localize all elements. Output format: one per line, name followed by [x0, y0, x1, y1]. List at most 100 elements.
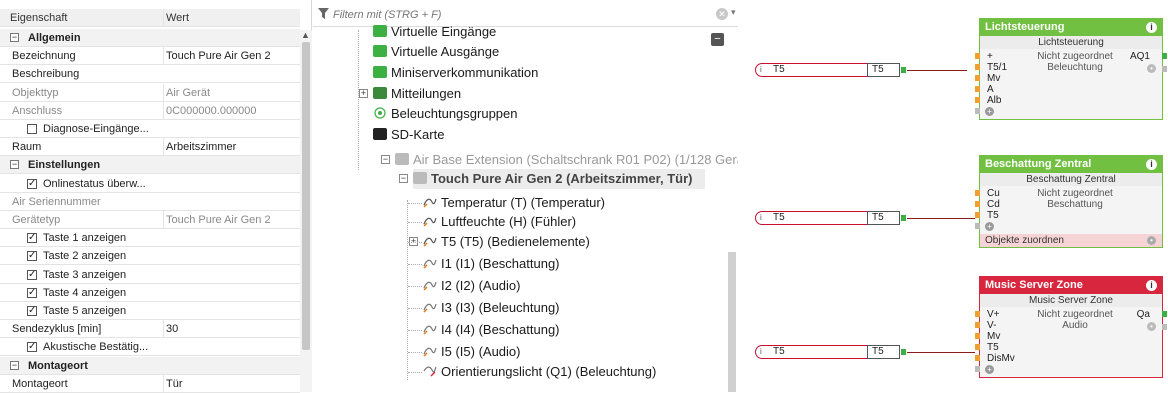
checkbox-checked[interactable]: ✓ — [27, 287, 37, 298]
column-header-property[interactable]: Eigenschaft — [10, 9, 160, 26]
clear-filter-icon[interactable]: ✕ — [716, 8, 728, 20]
filter-dropdown-icon[interactable]: ▾ — [731, 7, 736, 18]
info-icon[interactable]: i — [1146, 280, 1157, 291]
checkbox-checked[interactable]: ✓ — [27, 269, 37, 280]
property-row[interactable]: Anschluss 0C000000.000000 — [0, 101, 300, 120]
tree-item[interactable]: I5 (I5) (Audio) — [423, 342, 520, 362]
input-pin[interactable] — [975, 190, 980, 196]
property-row[interactable]: ✓ Onlinestatus überw... — [0, 175, 300, 193]
input-pin[interactable] — [975, 64, 980, 70]
add-input-icon[interactable]: + — [985, 222, 994, 231]
input-reference[interactable]: i T5 T5 — [755, 345, 907, 359]
checkbox-unchecked[interactable] — [27, 124, 37, 134]
tree-item[interactable]: I3 (I3) (Beleuchtung) — [423, 298, 560, 318]
tree-item[interactable]: Orientierungslicht (Q1) (Beleuchtung) — [423, 362, 656, 382]
tree-item[interactable]: Virtuelle Eingänge — [373, 22, 496, 42]
input-pin[interactable] — [975, 322, 980, 328]
input-pin[interactable] — [975, 75, 980, 81]
tree-item[interactable]: I4 (I4) (Beschattung) — [423, 320, 560, 340]
checkbox-checked[interactable]: ✓ — [27, 306, 37, 316]
collapse-section-icon[interactable]: − — [10, 160, 19, 170]
connection-wire[interactable] — [907, 352, 975, 353]
tree-item[interactable]: Virtuelle Ausgänge — [373, 42, 499, 62]
info-icon[interactable]: i — [1146, 22, 1157, 33]
tree-item[interactable]: I2 (I2) (Audio) — [423, 276, 520, 296]
output-port[interactable] — [901, 67, 906, 73]
property-value[interactable]: Touch Pure Air Gen 2 — [163, 211, 300, 228]
tree-scrollbar[interactable] — [728, 252, 736, 392]
property-value[interactable]: 30 — [163, 320, 300, 338]
input-pin[interactable] — [975, 355, 980, 361]
input-pin[interactable] — [975, 212, 980, 218]
checkbox-checked[interactable]: ✓ — [27, 251, 37, 262]
property-row[interactable]: ✓ Taste 1 anzeigen — [0, 229, 300, 248]
property-value[interactable]: 0C000000.000000 — [163, 101, 300, 119]
collapse-section-icon[interactable]: − — [10, 33, 19, 42]
input-reference[interactable]: i T5 T5 — [755, 63, 907, 77]
checkbox-checked[interactable]: ✓ — [27, 233, 37, 244]
property-row[interactable]: Raum Arbeitszimmer — [0, 138, 300, 157]
property-row[interactable]: ✓ Taste 2 anzeigen — [0, 247, 300, 266]
tree-item[interactable]: T5 (T5) (Bedienelemente) — [423, 232, 590, 252]
output-pin[interactable] — [1162, 53, 1167, 59]
function-block[interactable]: Music Server Zone i Music Server Zone V+ V- M… — [975, 276, 1167, 378]
connection-wire[interactable] — [907, 70, 967, 71]
info-icon[interactable]: i — [1146, 159, 1157, 170]
property-section-header[interactable]: − Allgemein — [0, 29, 300, 47]
tree-item[interactable]: Touch Pure Air Gen 2 (Arbeitszimmer, Tür… — [413, 169, 705, 189]
properties-scrollbar[interactable]: ▲ — [300, 30, 312, 392]
input-pin[interactable] — [975, 333, 980, 339]
output-pin[interactable] — [1162, 311, 1167, 317]
add-input-icon[interactable]: + — [985, 365, 994, 374]
expand-toggle-icon[interactable]: − — [381, 155, 390, 164]
scroll-up-icon[interactable]: ▲ — [301, 30, 310, 40]
function-block[interactable]: Lichtsteuerung i Lichtsteuerung + T5/1 Mv A Alb… — [975, 18, 1167, 120]
input-pin[interactable] — [975, 53, 980, 59]
property-row[interactable]: Bezeichnung Touch Pure Air Gen 2 — [0, 47, 300, 66]
property-value[interactable]: Touch Pure Air Gen 2 — [163, 47, 300, 65]
property-section-header[interactable]: − Montageort — [0, 356, 300, 375]
assign-objects-button[interactable]: Objekte zuordnen • — [980, 234, 1162, 247]
tree-item[interactable]: Luftfeuchte (H) (Fühler) — [423, 212, 576, 232]
tree-item[interactable]: Mitteilungen — [373, 84, 461, 104]
tree-item[interactable]: Temperatur (T) (Temperatur) — [423, 193, 605, 213]
expand-toggle-icon[interactable]: + — [359, 89, 368, 98]
property-section-header[interactable]: − Einstellungen — [0, 156, 300, 175]
output-port[interactable] — [901, 349, 906, 355]
property-row[interactable]: ✓ Akustische Bestätig... — [0, 338, 300, 357]
property-value[interactable]: Arbeitszimmer — [163, 138, 300, 156]
input-pin[interactable] — [975, 311, 980, 317]
expand-toggle-icon[interactable]: − — [399, 174, 408, 183]
input-reference[interactable]: i T5 T5 — [755, 211, 907, 225]
property-row[interactable]: Diagnose-Eingänge... — [0, 120, 300, 138]
property-row[interactable]: Gerätetyp Touch Pure Air Gen 2 — [0, 211, 300, 229]
settings-icon[interactable]: • — [1147, 64, 1156, 73]
connection-wire[interactable] — [907, 218, 975, 219]
property-row[interactable]: ✓ Taste 4 anzeigen — [0, 284, 300, 302]
property-value[interactable]: Tür — [163, 374, 300, 392]
input-pin[interactable] — [975, 86, 980, 92]
property-row[interactable]: ✓ Taste 3 anzeigen — [0, 266, 300, 284]
input-pin[interactable] — [975, 201, 980, 207]
tree-item[interactable]: SD-Karte — [373, 125, 444, 145]
settings-icon[interactable]: • — [1147, 236, 1156, 245]
collapse-all-button[interactable]: − — [711, 33, 724, 46]
input-pin[interactable] — [975, 97, 980, 103]
input-pin[interactable] — [975, 344, 980, 350]
property-row[interactable]: Air Seriennummer — [0, 193, 300, 211]
checkbox-checked[interactable]: ✓ — [27, 342, 37, 353]
output-pin[interactable] — [1162, 324, 1167, 330]
function-block[interactable]: Beschattung Zentral i Beschattung Zentral C… — [975, 155, 1163, 248]
checkbox-checked[interactable]: ✓ — [27, 178, 37, 189]
property-value[interactable]: Air Gerät — [163, 83, 300, 101]
tree-item[interactable]: Miniserverkommunikation — [373, 63, 538, 83]
property-row[interactable]: Montageort Tür — [0, 374, 300, 393]
property-row[interactable]: ✓ Taste 5 anzeigen — [0, 302, 300, 320]
property-row[interactable]: Beschreibung — [0, 65, 300, 84]
property-row[interactable]: Objekttyp Air Gerät — [0, 83, 300, 102]
tree-item[interactable]: Air Base Extension (Schaltschrank R01 P0… — [395, 150, 755, 170]
tree-item[interactable]: Beleuchtungsgruppen — [373, 104, 518, 124]
scrollbar-thumb[interactable] — [302, 42, 310, 350]
property-row[interactable]: Sendezyklus [min] 30 — [0, 320, 300, 339]
column-header-value[interactable]: Wert — [163, 9, 300, 26]
